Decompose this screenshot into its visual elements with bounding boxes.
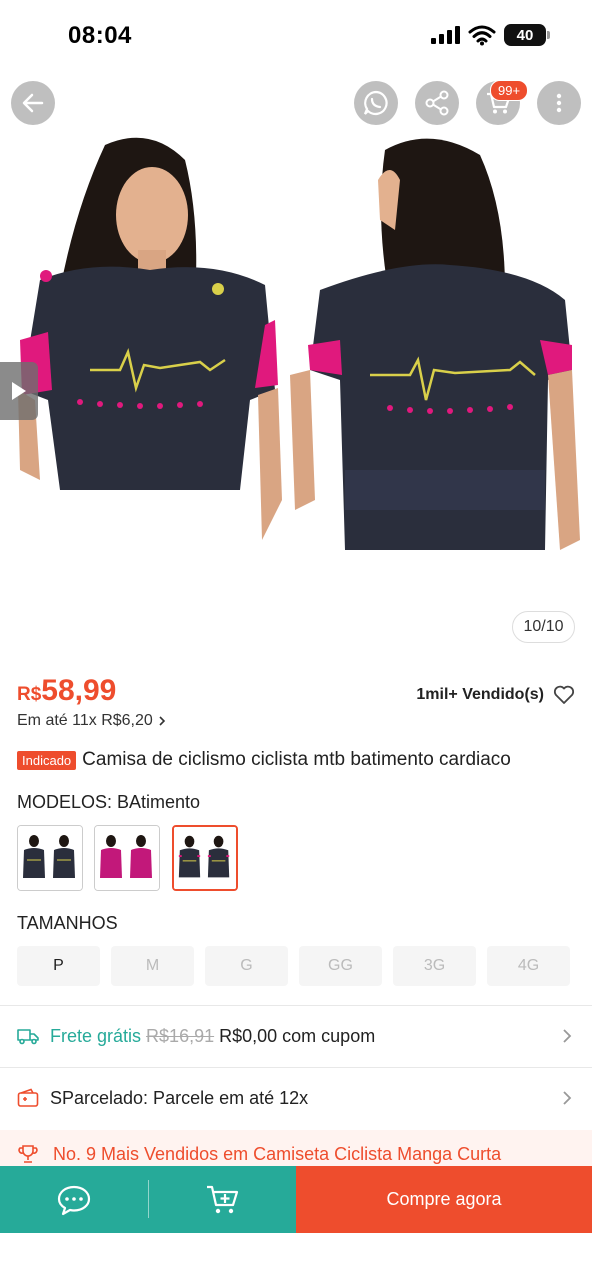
add-to-cart-button[interactable] (149, 1166, 296, 1233)
product-price: R$58,99 (17, 674, 116, 708)
status-icons: 40 (430, 24, 550, 46)
variant-option-2[interactable] (94, 825, 160, 891)
variant-option-1[interactable] (17, 825, 83, 891)
installments-text: Em até 11x R$6,20 (17, 712, 153, 729)
arrow-left-icon (22, 93, 44, 113)
free-shipping-label: Frete grátis (50, 1025, 142, 1046)
installment-plan-row[interactable]: SParcelado: Parcele em até 12x (0, 1068, 592, 1128)
indicado-badge: Indicado (17, 750, 77, 770)
shipping-new-price: R$0,00 com cupom (219, 1025, 376, 1046)
play-video-button[interactable] (0, 362, 38, 420)
battery-indicator: 40 (504, 24, 550, 46)
product-image-gallery[interactable] (0, 70, 592, 660)
size-option-m[interactable]: M (111, 946, 194, 986)
buy-now-button[interactable]: Compre agora (296, 1166, 592, 1233)
installment-plan-text: SParcelado: Parcele em até 12x (50, 1087, 309, 1108)
divider (148, 1166, 149, 1233)
product-photo (18, 137, 580, 550)
add-to-cart-icon (206, 1185, 238, 1213)
share-button[interactable] (415, 81, 459, 125)
chat-icon (57, 1185, 91, 1215)
chevron-right-icon (563, 1029, 572, 1043)
variant-label-text: MODELOS: (17, 792, 118, 812)
favorite-button[interactable] (553, 685, 575, 710)
heart-icon (553, 685, 575, 704)
cart-count-badge: 99+ (490, 80, 529, 101)
play-icon (12, 382, 26, 400)
variant-label: MODELOS: BAtimento (17, 792, 200, 813)
chevron-right-icon (563, 1091, 572, 1105)
model-front-figure (18, 137, 282, 540)
shipping-row[interactable]: Frete grátis R$16,91 R$0,00 com cupom (0, 1006, 592, 1066)
size-option-p[interactable]: P (17, 946, 100, 986)
bottom-action-bar: Compre agora (0, 1166, 592, 1233)
image-page-counter: 10/10 (512, 611, 575, 643)
chevron-right-icon (159, 716, 165, 726)
installments-link[interactable]: Em até 11x R$6,20 (17, 712, 167, 730)
variant-thumbnail (18, 826, 82, 890)
more-options-button[interactable] (537, 81, 581, 125)
wallet-icon (17, 1088, 39, 1107)
sizes-label: TAMANHOS (17, 913, 118, 933)
chat-button[interactable] (0, 1166, 148, 1233)
variant-thumbnail (174, 827, 236, 889)
size-option-g[interactable]: G (205, 946, 288, 986)
truck-icon (17, 1029, 39, 1045)
bestseller-banner[interactable]: No. 9 Mais Vendidos em Camiseta Ciclista… (0, 1130, 592, 1170)
price-currency: R$ (17, 684, 42, 705)
sold-count: 1mil+ Vendido(s) (416, 686, 544, 703)
bestseller-text: No. 9 Mais Vendidos em Camiseta Ciclista… (53, 1144, 502, 1164)
back-button[interactable] (11, 81, 55, 125)
share-icon (425, 90, 449, 116)
home-indicator-area (0, 1233, 592, 1280)
size-option-3g[interactable]: 3G (393, 946, 476, 986)
trophy-icon (18, 1145, 38, 1163)
variant-thumbnail (95, 826, 159, 890)
status-bar: 08:04 40 (0, 0, 592, 70)
size-option-4g[interactable]: 4G (487, 946, 570, 986)
status-time: 08:04 (68, 22, 132, 49)
wifi-icon (468, 25, 496, 46)
product-title: Camisa de ciclismo ciclista mtb batiment… (82, 749, 511, 770)
variant-selected-value: BAtimento (117, 792, 201, 812)
price-value: 58,99 (41, 674, 117, 707)
product-title-row: Indicado Camisa de ciclismo ciclista mtb… (17, 749, 511, 771)
whatsapp-share-button[interactable] (354, 81, 398, 125)
shipping-old-price: R$16,91 (146, 1025, 215, 1046)
signal-icon (431, 26, 460, 44)
more-vertical-icon (556, 93, 562, 113)
shipping-info: Frete grátis R$16,91 R$0,00 com cupom (50, 1026, 375, 1047)
model-back-figure (290, 138, 580, 550)
size-option-gg[interactable]: GG (299, 946, 382, 986)
variant-option-3-selected[interactable] (172, 825, 238, 891)
whatsapp-icon (363, 90, 388, 116)
